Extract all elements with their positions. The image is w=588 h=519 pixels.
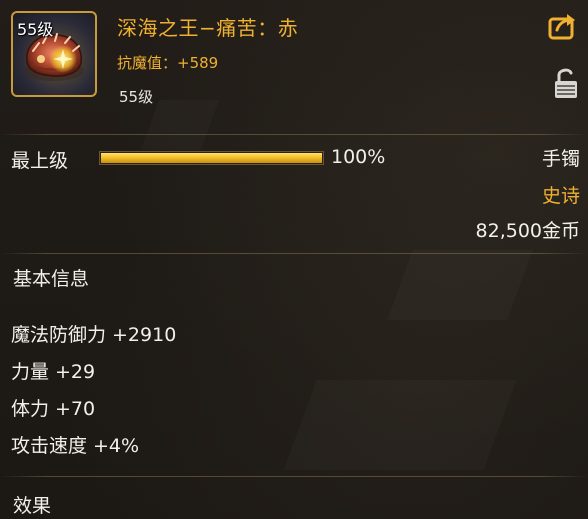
stat-line-magic-defense: 魔法防御力 +2910	[11, 320, 176, 347]
upgrade-progress-fill	[101, 153, 322, 163]
stat-line-strength: 力量 +29	[11, 357, 95, 384]
item-tooltip-panel: 55级 深海之王−痛苦：赤 抗魔值：+589 55级 最上级 100% 手镯 史…	[0, 0, 588, 519]
section-title-effects: 效果	[13, 495, 52, 517]
item-icon-slot[interactable]: 55级	[11, 11, 97, 97]
stat-value: +29	[55, 361, 96, 383]
share-button[interactable]	[548, 11, 578, 41]
stat-name: 力量	[11, 361, 50, 383]
sell-price: 82,500金币	[475, 220, 580, 242]
background-texture	[141, 100, 219, 150]
unlock-icon	[555, 68, 577, 98]
stat-name: 魔法防御力	[11, 324, 107, 346]
stat-value: +4%	[93, 435, 140, 457]
stat-line-attack-speed: 攻击速度 +4%	[11, 431, 139, 458]
stat-value: +2910	[112, 324, 177, 346]
stat-value: +70	[55, 398, 96, 420]
divider	[0, 134, 588, 135]
divider	[0, 476, 588, 477]
resist-label: 抗魔值：	[117, 54, 178, 72]
magic-resist-row: 抗魔值：+589	[117, 52, 218, 73]
stat-name: 攻击速度	[11, 435, 88, 457]
rarity-label: 史诗	[541, 185, 580, 207]
upgrade-progress-bar	[99, 151, 324, 165]
upgrade-label: 最上级	[11, 150, 69, 172]
lock-toggle-button[interactable]	[553, 67, 579, 99]
equipment-slot-type: 手镯	[541, 148, 580, 170]
background-texture	[284, 380, 517, 470]
required-level: 55级	[119, 88, 154, 106]
upgrade-progress-text: 100%	[331, 146, 386, 168]
resist-value: +589	[177, 54, 219, 72]
background-texture	[387, 250, 532, 320]
stat-name: 体力	[11, 398, 50, 420]
stat-line-stamina: 体力 +70	[11, 394, 95, 421]
divider	[0, 253, 588, 254]
item-name: 深海之王−痛苦：赤	[117, 16, 299, 40]
share-arrow-icon	[548, 14, 575, 40]
level-badge: 55级	[17, 20, 54, 39]
section-title-basic-info: 基本信息	[13, 268, 90, 290]
